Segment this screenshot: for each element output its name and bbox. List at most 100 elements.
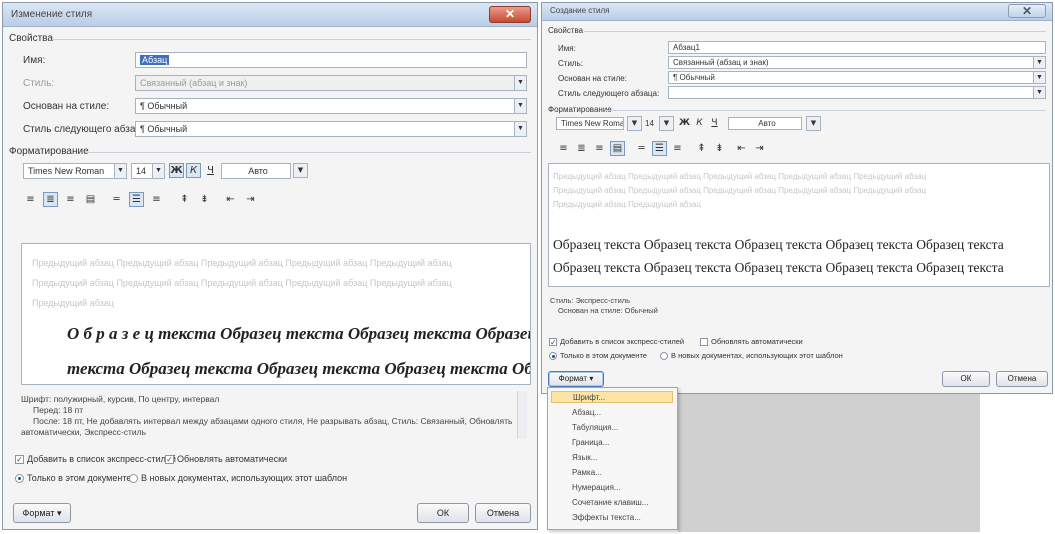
format-button[interactable]: Формат ▾	[13, 503, 71, 523]
menu-item-shortcut-key[interactable]: Сочетание клавиш...	[572, 498, 649, 507]
name-label: Имя:	[23, 55, 46, 66]
next-style-select[interactable]: ▼	[668, 86, 1046, 99]
divider	[53, 39, 531, 40]
font-size-select[interactable]: 14 ▼	[131, 163, 165, 179]
space-after-button[interactable]: ⇟	[712, 141, 727, 156]
color-dropdown-button[interactable]: ▼	[806, 116, 821, 131]
style-type-select[interactable]: Связанный (абзац и знак) ▼	[668, 56, 1046, 69]
properties-group-label: Свойства	[548, 26, 584, 35]
close-button[interactable]: ✕	[1008, 4, 1046, 18]
align-left-button[interactable]: ≡	[23, 192, 38, 207]
based-on-select[interactable]: ¶ Обычный ▼	[135, 98, 527, 114]
preview-previous-paragraph: Предыдущий абзац Предыдущий абзац Предыд…	[32, 258, 452, 268]
ok-button[interactable]: ОК	[417, 503, 469, 523]
create-style-dialog: Создание стиля ✕ Свойства Имя: Абзац1 Ст…	[541, 2, 1053, 394]
chevron-down-icon: ▼	[114, 164, 126, 178]
add-to-quick-styles-checkbox[interactable]: ✓	[15, 455, 24, 464]
auto-update-label: Обновлять автоматически	[177, 454, 288, 464]
align-right-button[interactable]: ≡	[592, 141, 607, 156]
line-spacing-1-5-button[interactable]: ☰	[129, 192, 144, 207]
space-before-button[interactable]: ⇞	[177, 192, 192, 207]
new-documents-radio[interactable]	[660, 352, 668, 360]
add-to-quick-styles-checkbox[interactable]: ✓	[549, 338, 557, 347]
only-this-document-radio[interactable]	[549, 352, 557, 360]
preview-previous-paragraph: Предыдущий абзац Предыдущий абзац Предыд…	[553, 186, 927, 195]
new-documents-radio[interactable]	[129, 474, 138, 483]
name-label: Имя:	[558, 44, 576, 53]
auto-update-checkbox[interactable]: ✓	[165, 455, 174, 464]
close-button[interactable]: ✕	[489, 6, 531, 23]
next-style-label: Стиль следующего абзаца:	[23, 124, 150, 135]
add-to-quick-styles-label: Добавить в список экспресс-стилей	[560, 337, 685, 346]
underline-button[interactable]: Ч	[203, 163, 218, 178]
color-select[interactable]: Авто	[221, 163, 291, 179]
align-center-button[interactable]: ≣	[43, 192, 58, 207]
preview-previous-paragraph: Предыдущий абзац Предыдущий абзац Предыд…	[553, 172, 927, 181]
align-right-button[interactable]: ≡	[63, 192, 78, 207]
formatting-group-label: Форматирование	[9, 146, 89, 157]
name-input[interactable]: Абзац	[135, 52, 527, 68]
auto-update-label: Обновлять автоматически	[711, 337, 803, 346]
underline-button[interactable]: Ч	[707, 116, 722, 131]
line-spacing-single-button[interactable]: ═	[634, 141, 649, 156]
based-on-select[interactable]: ¶ Обычный ▼	[668, 71, 1046, 84]
ok-button[interactable]: ОК	[942, 371, 990, 387]
menu-item-border[interactable]: Граница...	[572, 438, 609, 447]
justify-button[interactable]: ▤	[610, 141, 625, 156]
justify-button[interactable]: ▤	[83, 192, 98, 207]
cancel-button[interactable]: Отмена	[475, 503, 531, 523]
align-left-button[interactable]: ≡	[556, 141, 571, 156]
divider	[85, 152, 531, 153]
chevron-down-icon[interactable]: ▼	[659, 116, 674, 131]
formatting-group-label: Форматирование	[548, 105, 612, 114]
style-description: автоматически, Экспресс-стиль	[21, 427, 147, 437]
preview-sample-text: текста Образец текста Образец текста Обр…	[67, 359, 531, 378]
font-select[interactable]: Times New Roman ▼	[23, 163, 127, 179]
preview-previous-paragraph: Предыдущий абзац Предыдущий абзац Предыд…	[32, 278, 452, 288]
style-type-select[interactable]: Связанный (абзац и знак) ▼	[135, 75, 527, 91]
style-description: После: 18 пт, Не добавлять интервал межд…	[33, 416, 513, 426]
decrease-indent-button[interactable]: ⇤	[223, 192, 238, 207]
dialog-title: Создание стиля	[550, 6, 610, 15]
style-description: Основан на стиле: Обычный	[558, 306, 658, 315]
name-input[interactable]: Абзац1	[668, 41, 1046, 54]
color-select[interactable]: Авто	[728, 117, 802, 130]
bold-button[interactable]: Ж	[169, 163, 184, 178]
line-spacing-double-button[interactable]: ≡	[149, 192, 164, 207]
line-spacing-double-button[interactable]: ≡	[670, 141, 685, 156]
italic-button[interactable]: К	[186, 163, 201, 178]
next-style-select[interactable]: ¶ Обычный ▼	[135, 121, 527, 137]
color-dropdown-button[interactable]: ▼	[293, 163, 308, 178]
only-this-document-label: Только в этом документе	[27, 473, 132, 483]
menu-item-language[interactable]: Язык...	[572, 453, 597, 462]
menu-item-text-effects[interactable]: Эффекты текста...	[572, 513, 641, 522]
chevron-down-icon: ▼	[514, 99, 526, 113]
menu-item-tabs[interactable]: Табуляция...	[572, 423, 618, 432]
cancel-button[interactable]: Отмена	[996, 371, 1048, 387]
menu-item-numbering[interactable]: Нумерация...	[572, 483, 621, 492]
space-after-button[interactable]: ⇟	[197, 192, 212, 207]
auto-update-checkbox[interactable]	[700, 338, 708, 346]
space-before-button[interactable]: ⇞	[694, 141, 709, 156]
style-preview: Предыдущий абзац Предыдущий абзац Предыд…	[21, 243, 531, 385]
bold-button[interactable]: Ж	[677, 116, 692, 131]
font-select[interactable]: Times New Roman	[556, 117, 624, 130]
properties-group-label: Свойства	[9, 33, 53, 44]
menu-item-font[interactable]: Шрифт...	[551, 391, 673, 403]
align-center-button[interactable]: ≣	[574, 141, 589, 156]
format-button[interactable]: Формат ▾	[548, 371, 604, 387]
divider	[584, 31, 1046, 32]
increase-indent-button[interactable]: ⇥	[243, 192, 258, 207]
increase-indent-button[interactable]: ⇥	[752, 141, 767, 156]
chevron-down-icon: ▼	[152, 164, 164, 178]
chevron-down-icon[interactable]: ▼	[627, 116, 642, 131]
italic-button[interactable]: К	[692, 116, 707, 131]
decrease-indent-button[interactable]: ⇤	[734, 141, 749, 156]
description-scrollbar[interactable]	[517, 391, 527, 439]
line-spacing-1-5-button[interactable]: ☰	[652, 141, 667, 156]
line-spacing-single-button[interactable]: ═	[109, 192, 124, 207]
preview-sample-text: Образец текста Образец текста Образец те…	[553, 237, 1004, 252]
menu-item-paragraph[interactable]: Абзац...	[572, 408, 601, 417]
only-this-document-radio[interactable]	[15, 474, 24, 483]
menu-item-frame[interactable]: Рамка...	[572, 468, 602, 477]
